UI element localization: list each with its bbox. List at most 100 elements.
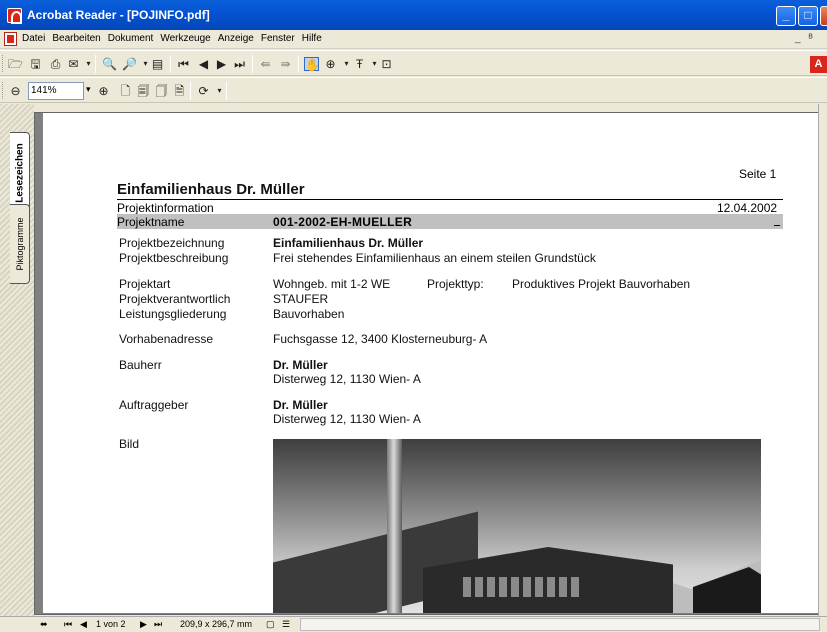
auftraggeber-address: Disterweg 12, 1130 Wien- A (273, 412, 421, 426)
menu-fenster[interactable]: Fenster (261, 33, 295, 44)
bauherr-name: Dr. Müller (273, 358, 328, 372)
zoom-tool-icon[interactable]: ⊕ (323, 57, 338, 71)
underline-mark (774, 225, 780, 226)
save-icon[interactable]: 🖫 (28, 57, 43, 71)
project-name-value: 001-2002-EH-MUELLER (273, 215, 413, 229)
tab-thumbnails[interactable]: Piktogramme (10, 204, 30, 284)
doc-restore-button[interactable]: ᴮ (809, 33, 813, 44)
toolbar-separator (170, 55, 171, 73)
horizontal-scrollbar[interactable] (300, 618, 820, 631)
maximize-button[interactable]: □ (798, 6, 818, 26)
zoom-input[interactable]: 141% (28, 82, 84, 100)
bauherr-address: Disterweg 12, 1130 Wien- A (273, 372, 421, 386)
previous-view-icon[interactable]: ⇚ (258, 57, 273, 71)
bauherr-label: Bauherr (119, 358, 162, 372)
window-title: Acrobat Reader - [POJINFO.pdf] (27, 8, 210, 22)
title-bar: Acrobat Reader - [POJINFO.pdf] _ □ × (0, 0, 827, 30)
email-icon[interactable]: ✉ (66, 57, 81, 71)
section-label: Projektinformation (117, 201, 214, 215)
first-page-icon[interactable]: ⏮ (176, 57, 191, 71)
last-page-icon[interactable]: ⏭ (154, 619, 162, 630)
doc-minimize-button[interactable]: _ (795, 33, 801, 44)
navigation-panel: Lesezeichen Piktogramme (0, 104, 34, 616)
document-window-controls: _ ᴮ (795, 33, 813, 44)
chevron-down-icon[interactable]: ▾ (212, 84, 227, 98)
close-button[interactable]: × (820, 6, 827, 26)
adresse-value: Fuchsgasse 12, 3400 Klosterneuburg- A (273, 332, 488, 346)
zoom-in-icon[interactable]: ⊕ (96, 84, 111, 98)
zoom-out-icon[interactable]: ⊖ (8, 84, 23, 98)
fit-width-icon[interactable]: 🗍 (154, 84, 169, 98)
menu-items: Datei Bearbeiten Dokument Werkzeuge Anze… (22, 33, 322, 44)
continuous-icon[interactable]: ☰ (282, 619, 290, 630)
vertical-scrollbar[interactable] (818, 104, 827, 616)
toolbar-grip[interactable] (2, 82, 5, 99)
bezeichnung-label: Projektbezeichnung (119, 236, 225, 250)
document-view[interactable]: Seite 1 Einfamilienhaus Dr. Müller Proje… (34, 112, 823, 615)
adresse-label: Vorhabenadresse (119, 332, 214, 346)
rotate-view-icon[interactable]: ⟳ (196, 84, 211, 98)
toolbar-grip[interactable] (2, 55, 5, 72)
bezeichnung-value: Einfamilienhaus Dr. Müller (273, 236, 424, 250)
menu-bearbeiten[interactable]: Bearbeiten (52, 33, 100, 44)
chevron-down-icon[interactable]: ▾ (81, 57, 96, 71)
project-name-bar (117, 214, 783, 229)
menu-dokument[interactable]: Dokument (108, 33, 154, 44)
find-icon[interactable]: 🔍 (102, 57, 117, 71)
acrobat-app-icon[interactable] (7, 8, 22, 24)
menu-bar: Datei Bearbeiten Dokument Werkzeuge Anze… (0, 30, 827, 49)
fit-page-icon[interactable]: 🗐 (136, 84, 151, 98)
projektart-label: Projektart (119, 277, 171, 291)
single-page-icon[interactable]: ▢ (266, 619, 275, 630)
last-page-icon[interactable]: ⏭ (232, 57, 247, 71)
actual-size-icon[interactable]: 🗋 (118, 84, 133, 98)
text-select-icon[interactable]: Ŧ (352, 57, 367, 71)
document-icon[interactable] (4, 32, 17, 46)
page-indicator[interactable]: 1 von 2 (96, 619, 126, 629)
next-page-icon[interactable]: ▶ (214, 57, 229, 71)
pdf-page: Seite 1 Einfamilienhaus Dr. Müller Proje… (43, 113, 823, 613)
print-icon[interactable]: ⎙ (48, 57, 63, 71)
open-folder-icon[interactable]: 🗁 (8, 57, 23, 71)
navigation-pane-icon[interactable]: ▤ (150, 57, 165, 71)
zoom-dropdown-chevron-icon[interactable]: ▾ (86, 84, 91, 95)
hand-tool-icon[interactable]: ✋ (304, 57, 320, 72)
title-divider (117, 199, 783, 200)
adobe-logo-icon: A (810, 56, 827, 73)
projekttyp-value: Produktives Projekt Bauvorhaben (512, 277, 691, 291)
toolbar-separator (252, 55, 253, 73)
gliederung-label: Leistungsgliederung (119, 307, 227, 321)
auftraggeber-name: Dr. Müller (273, 398, 328, 412)
auftraggeber-label: Auftraggeber (119, 398, 189, 412)
menu-anzeige[interactable]: Anzeige (218, 33, 254, 44)
view-toolbar: ⊖ 141% ▾ ⊕ 🗋 🗐 🗍 🗎 ⟳ ▾ (0, 77, 827, 103)
beschreibung-label: Projektbeschreibung (119, 251, 229, 265)
first-page-icon[interactable]: ⏮ (64, 619, 72, 630)
tab-bookmarks-label: Lesezeichen (14, 143, 25, 203)
next-page-icon[interactable]: ▶ (140, 619, 147, 630)
bild-label: Bild (119, 437, 140, 451)
status-bar: ⬌ ⏮ ◀ 1 von 2 ▶ ⏭ 209,9 x 296,7 mm ▢ ☰ (0, 616, 827, 632)
previous-page-icon[interactable]: ◀ (196, 57, 211, 71)
gliederung-value: Bauvorhaben (273, 307, 345, 321)
tab-bookmarks[interactable]: Lesezeichen (10, 132, 30, 214)
minimize-button[interactable]: _ (776, 6, 796, 26)
toolbar-separator (226, 82, 227, 100)
search-icon[interactable]: 🔎 (122, 57, 137, 71)
project-name-label: Projektname (117, 215, 185, 229)
neighbor-roof (693, 567, 761, 613)
next-view-icon[interactable]: ⇛ (278, 57, 293, 71)
pan-icon[interactable]: ⬌ (40, 619, 48, 630)
menu-datei[interactable]: Datei (22, 33, 45, 44)
menu-werkzeuge[interactable]: Werkzeuge (160, 33, 210, 44)
verantwortlich-label: Projektverantwortlich (119, 292, 231, 306)
projekttyp-label: Projekttyp: (427, 277, 484, 291)
toolbar-separator (95, 55, 96, 73)
previous-page-icon[interactable]: ◀ (80, 619, 87, 630)
snapshot-tool-icon[interactable]: ⊡ (379, 57, 394, 71)
toolbar-separator (298, 55, 299, 73)
project-date: 12.04.2002 (717, 201, 778, 215)
menu-hilfe[interactable]: Hilfe (302, 33, 322, 44)
main-toolbar: 🗁 🖫 ⎙ ✉ ▾ 🔍 🔎 ▾ ▤ ⏮ ◀ ▶ ⏭ ⇚ ⇛ ✋ ⊕ ▾ Ŧ ▾ … (0, 50, 827, 76)
fit-visible-icon[interactable]: 🗎 (172, 84, 187, 98)
